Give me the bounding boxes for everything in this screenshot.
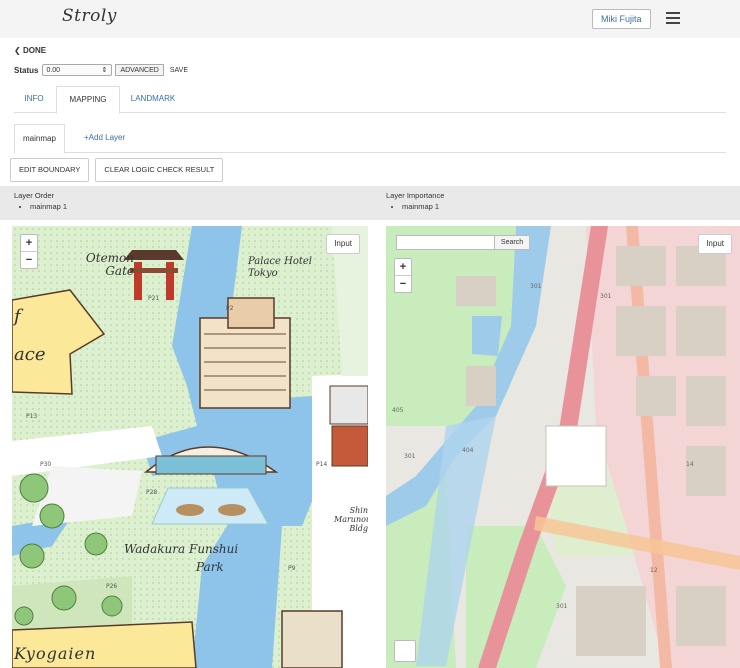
svg-text:P9: P9 [288, 565, 296, 572]
palace-hotel-label: Palace Hotel Tokyo [248, 256, 312, 279]
zoom-in-button[interactable]: + [21, 235, 37, 252]
tab-info[interactable]: INFO [14, 86, 54, 112]
select-arrow-icon: ⇕ [101, 67, 108, 74]
layer-order-title: Layer Order [14, 191, 55, 200]
tab-landmark[interactable]: LANDMARK [120, 86, 186, 112]
svg-text:P2: P2 [226, 305, 234, 312]
hamburger-menu-icon[interactable] [666, 12, 680, 27]
edit-boundary-button[interactable]: EDIT BOUNDARY [10, 158, 90, 182]
layer-importance: Layer Importance mainmap 1 [386, 190, 444, 212]
left-input-button[interactable]: Input [326, 234, 360, 254]
tab-mainmap[interactable]: mainmap [14, 124, 65, 154]
top-bar: Stroly Miki Fujita [0, 0, 740, 38]
svg-text:14: 14 [686, 461, 694, 468]
layer-order-item: mainmap 1 [30, 201, 67, 212]
base-map[interactable]: 301 301 405 404 301 14 12 301 Search + − Inpu… [386, 226, 740, 668]
svg-text:301: 301 [556, 603, 568, 610]
left-zoom-control: + − [20, 234, 38, 269]
svg-text:301: 301 [404, 453, 416, 460]
layer-info-bar: Layer Order mainmap 1 Layer Importance m… [0, 186, 740, 220]
chevron-left-icon: ❮ [14, 46, 23, 55]
kyogaien-label: Kyogaien [14, 644, 97, 663]
layers-icon[interactable] [394, 640, 416, 662]
done-link[interactable]: ❮ DONE [14, 46, 46, 55]
map-search-button[interactable]: Search [494, 236, 529, 249]
svg-text:405: 405 [392, 407, 404, 414]
add-layer-label: Add Layer [88, 133, 126, 142]
svg-text:P26: P26 [106, 583, 117, 590]
add-layer-tab[interactable]: +Add Layer [84, 124, 125, 152]
svg-text:P21: P21 [148, 295, 159, 302]
illustrated-map-canvas: P21 P2 P13 P30 P28 P14 P9 P26 [12, 226, 368, 668]
park-label-1: Wadakura Funshui [124, 542, 239, 556]
user-button[interactable]: Miki Fujita [592, 9, 651, 29]
map-actions: EDIT BOUNDARY CLEAR LOGIC CHECK RESULT [10, 158, 229, 182]
status-select[interactable]: 0.00 ⇕ [42, 64, 113, 76]
zoom-out-button[interactable]: − [21, 252, 37, 268]
map-search-box[interactable]: Search [396, 235, 530, 250]
base-map-canvas: 301 301 405 404 301 14 12 301 [386, 226, 740, 668]
svg-text:P28: P28 [146, 489, 157, 496]
right-zoom-control: + − [394, 258, 412, 293]
svg-text:12: 12 [650, 567, 658, 574]
svg-text:P13: P13 [26, 413, 37, 420]
tab-mapping[interactable]: MAPPING [56, 86, 120, 114]
palace-label-fragment: ace [14, 344, 46, 365]
status-label: Status [14, 65, 39, 75]
illustrated-map[interactable]: P21 P2 P13 P30 P28 P14 P9 P26 Otemon Gate Pal… [12, 226, 368, 668]
svg-text:404: 404 [462, 447, 474, 454]
clear-logic-check-button[interactable]: CLEAR LOGIC CHECK RESULT [95, 158, 224, 182]
layer-order: Layer Order mainmap 1 [14, 190, 67, 212]
svg-text:P14: P14 [316, 461, 327, 468]
right-input-button[interactable]: Input [698, 234, 732, 254]
banner-label-fragment: f [14, 306, 21, 327]
save-button[interactable]: SAVE [170, 67, 188, 74]
svg-text:301: 301 [530, 283, 542, 290]
done-label: DONE [22, 46, 47, 55]
status-row: Status 0.00 ⇕ ADVANCED SAVE [14, 64, 188, 76]
status-value: 0.00 [46, 67, 61, 74]
zoom-in-button[interactable]: + [395, 259, 411, 276]
layer-tabs: mainmap +Add Layer [14, 124, 726, 154]
app-logo[interactable]: Stroly [62, 6, 117, 26]
shin-marunouchi-label: Shin Marunouchi Bldg [334, 506, 368, 533]
zoom-out-button[interactable]: − [395, 276, 411, 292]
advanced-button[interactable]: ADVANCED [115, 64, 164, 76]
main-tabs: INFO MAPPING LANDMARK [14, 86, 726, 114]
park-label-2: Park [196, 560, 224, 574]
svg-text:P30: P30 [40, 461, 51, 468]
svg-text:301: 301 [600, 293, 612, 300]
otemon-gate-label: Otemon Gate [85, 251, 134, 278]
layer-importance-title: Layer Importance [386, 191, 445, 200]
layer-importance-item: mainmap 1 [402, 201, 444, 212]
